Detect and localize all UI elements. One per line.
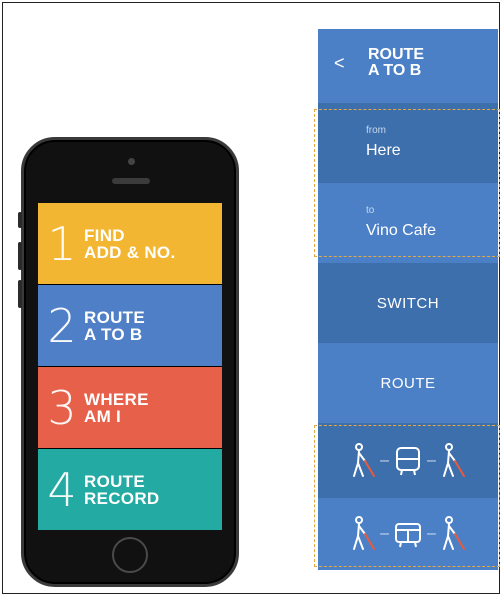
separator-dash: –	[427, 525, 436, 542]
walking-cane-icon	[442, 516, 465, 550]
transit-option-bus[interactable]: – –	[318, 423, 498, 498]
separator-dash: –	[427, 451, 436, 469]
menu-item-route-record[interactable]: 4 ROUTE RECORD	[38, 449, 222, 530]
transit-option-tram[interactable]: – –	[318, 498, 498, 570]
menu-item-number: 1	[47, 216, 77, 271]
menu-item-label-line2: A TO B	[84, 324, 143, 344]
menu-item-label-line1: ROUTE	[84, 307, 145, 327]
to-value: Vino Cafe	[366, 222, 436, 239]
back-chevron-icon[interactable]: <	[334, 53, 345, 74]
walking-cane-icon	[353, 442, 376, 477]
separator-dash: –	[380, 451, 389, 469]
menu-item-label: WHERE AM I	[84, 391, 149, 425]
separator-dash: –	[380, 525, 389, 542]
to-label: to	[366, 205, 375, 216]
from-field[interactable]: from Here	[318, 103, 498, 183]
to-field[interactable]: to Vino Cafe	[318, 183, 498, 263]
bus-icon	[396, 446, 420, 475]
from-value: Here	[366, 142, 401, 159]
menu-item-route-a-to-b[interactable]: 2 ROUTE A TO B	[38, 285, 222, 366]
menu-item-label: FIND ADD & NO.	[84, 227, 175, 261]
front-camera	[128, 158, 135, 165]
menu-item-number: 4	[47, 462, 77, 517]
menu-item-number: 2	[47, 298, 77, 353]
route-button[interactable]: ROUTE	[318, 343, 498, 423]
menu-item-number: 3	[47, 380, 77, 435]
mute-switch	[18, 212, 22, 228]
route-title-line2: A TO B	[368, 62, 422, 79]
route-title-line1: ROUTE	[368, 46, 424, 63]
menu-item-find[interactable]: 1 FIND ADD & NO.	[38, 203, 222, 284]
menu-item-where-am-i[interactable]: 3 WHERE AM I	[38, 367, 222, 448]
menu-item-label-line2: RECORD	[84, 488, 160, 508]
walking-cane-icon	[442, 442, 465, 477]
phone-device: 1 FIND ADD & NO. 2 ROUTE A TO B 3 WHERE …	[18, 137, 239, 587]
menu-item-label-line2: AM I	[84, 406, 122, 426]
menu-item-label-line1: WHERE	[84, 389, 149, 409]
home-button[interactable]	[112, 537, 148, 573]
volume-down-button	[18, 280, 22, 308]
switch-button[interactable]: SWITCH	[318, 263, 498, 343]
route-header: < ROUTE A TO B	[318, 29, 498, 103]
from-label: from	[366, 125, 386, 136]
menu-item-label-line1: ROUTE	[84, 471, 145, 491]
volume-up-button	[18, 242, 22, 270]
route-panel: < ROUTE A TO B from Here to Vino Cafe SW…	[314, 29, 500, 570]
menu-item-label-line2: ADD & NO.	[84, 242, 176, 262]
walking-cane-icon	[353, 516, 376, 550]
earpiece-speaker	[112, 178, 150, 184]
menu-item-label-line1: FIND	[84, 225, 125, 245]
route-title: ROUTE A TO B	[368, 47, 424, 79]
phone-screen: 1 FIND ADD & NO. 2 ROUTE A TO B 3 WHERE …	[38, 203, 222, 530]
tram-icon	[395, 523, 421, 548]
menu-item-label: ROUTE RECORD	[84, 473, 159, 507]
menu-item-label: ROUTE A TO B	[84, 309, 145, 343]
